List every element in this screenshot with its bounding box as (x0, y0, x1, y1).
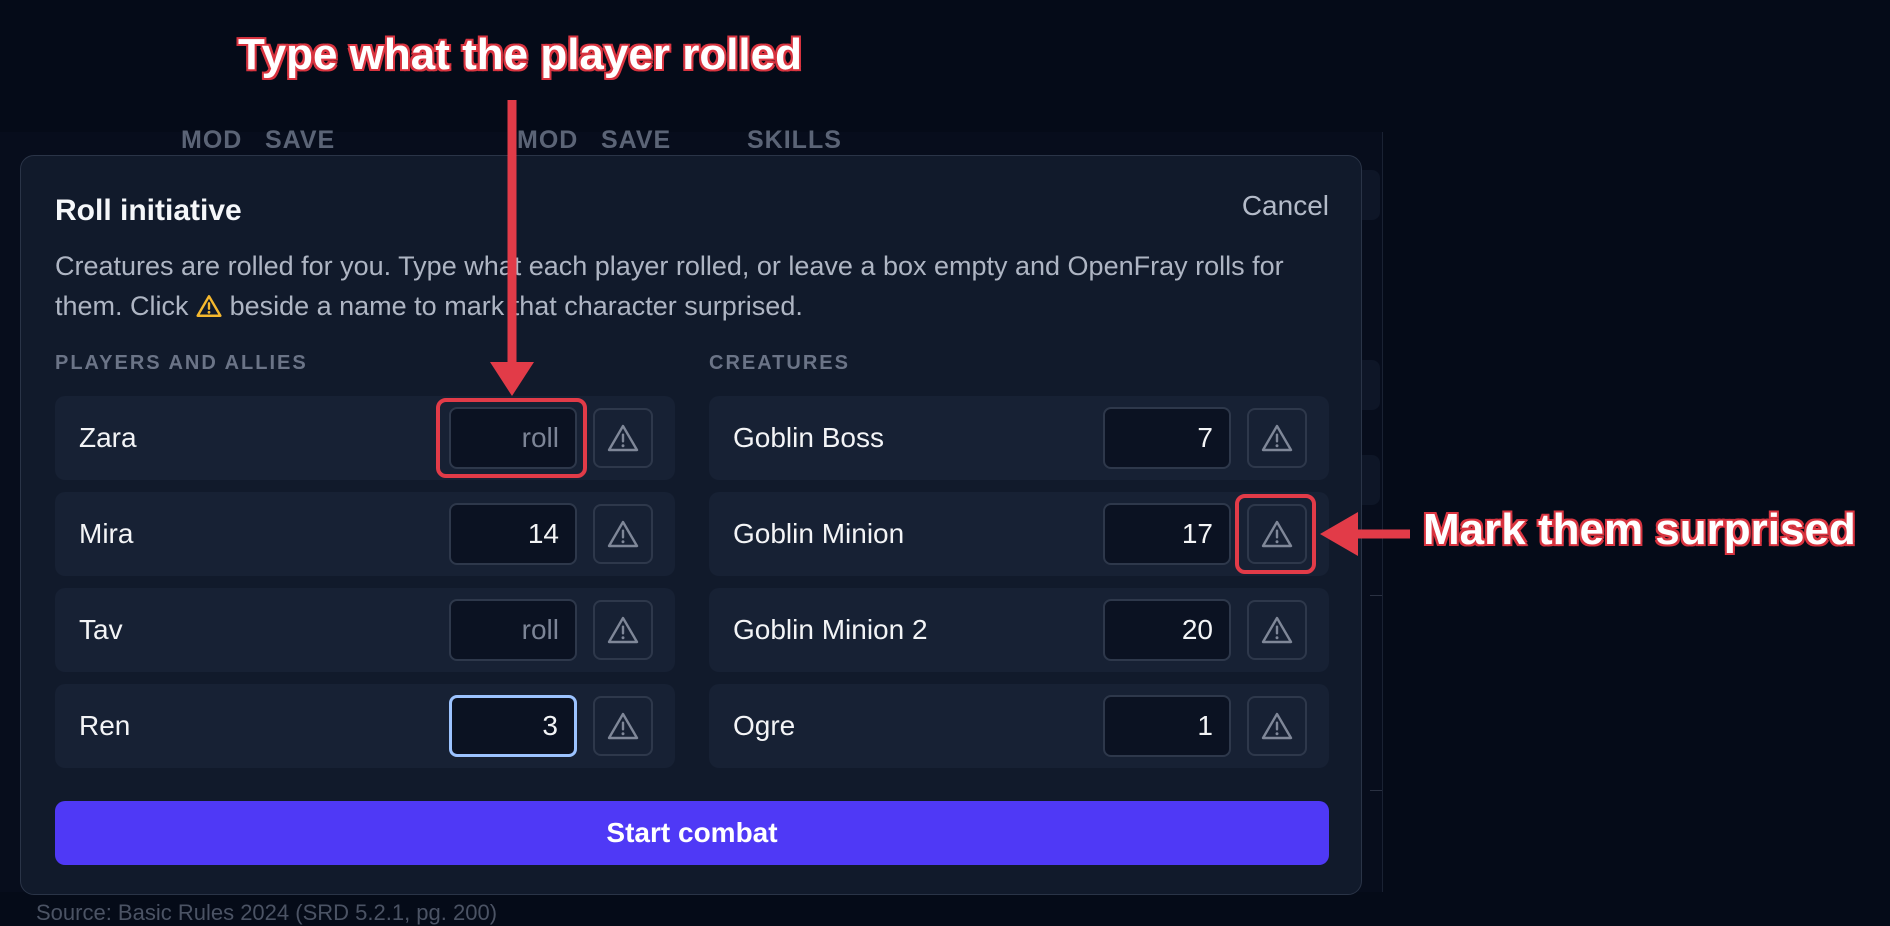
annotation-label-surprised: Mark them surprised (1422, 504, 1858, 556)
bg-header-save-2: SAVE (601, 126, 672, 154)
description-text-2: beside a name to mark that character sur… (229, 291, 803, 321)
creature-name: Ogre (733, 710, 796, 741)
bg-header-mod: MOD (181, 126, 243, 154)
initiative-input[interactable] (1103, 599, 1231, 661)
bg-divider (1370, 595, 1382, 596)
annotation-highlight-box (436, 398, 587, 478)
warning-triangle-icon (1261, 616, 1293, 644)
creatures-heading: CREATURES (709, 352, 850, 374)
surprise-toggle-button[interactable] (1247, 600, 1307, 660)
player-row: Mira (55, 492, 675, 576)
warning-triangle-icon (607, 520, 639, 548)
warning-triangle-icon (607, 712, 639, 740)
dialog-description: Creatures are rolled for you. Type what … (55, 246, 1345, 326)
creature-name: Goblin Boss (733, 422, 884, 453)
creature-row: Ogre (709, 684, 1329, 768)
bg-source-footer: Source: Basic Rules 2024 (SRD 5.2.1, pg.… (36, 900, 498, 925)
bg-divider (1370, 790, 1382, 791)
warning-triangle-icon (607, 424, 639, 452)
roll-initiative-dialog: Roll initiative Cancel Creatures are rol… (20, 155, 1362, 895)
annotation-highlight-box (1235, 494, 1316, 574)
dialog-title: Roll initiative (55, 194, 242, 227)
players-heading: PLAYERS AND ALLIES (55, 352, 308, 374)
surprise-toggle-button[interactable] (593, 408, 653, 468)
player-name: Zara (79, 422, 137, 453)
creature-row: Goblin Boss (709, 396, 1329, 480)
cancel-button[interactable]: Cancel (1242, 190, 1329, 222)
player-name: Ren (79, 710, 131, 741)
warning-triangle-icon (607, 616, 639, 644)
player-name: Mira (79, 518, 134, 549)
initiative-input[interactable] (1103, 407, 1231, 469)
surprise-toggle-button[interactable] (593, 600, 653, 660)
player-row: Ren (55, 684, 675, 768)
start-combat-button[interactable]: Start combat (55, 801, 1329, 865)
bg-header-save: SAVE (265, 126, 336, 154)
warning-triangle-icon (1261, 424, 1293, 452)
creature-name: Goblin Minion (733, 518, 905, 549)
creature-row: Goblin Minion 2 (709, 588, 1329, 672)
bg-header-skills: SKILLS (747, 126, 842, 154)
surprise-toggle-button[interactable] (1247, 408, 1307, 468)
initiative-input[interactable] (449, 599, 577, 661)
surprise-toggle-button[interactable] (593, 696, 653, 756)
initiative-input[interactable] (449, 503, 577, 565)
creature-name: Goblin Minion 2 (733, 614, 928, 645)
annotation-label-roll: Type what the player rolled (237, 29, 804, 81)
surprise-toggle-button[interactable] (593, 504, 653, 564)
player-row: Tav (55, 588, 675, 672)
warning-triangle-icon (1261, 712, 1293, 740)
initiative-input[interactable] (1103, 695, 1231, 757)
initiative-input[interactable] (1103, 503, 1231, 565)
player-name: Tav (79, 614, 123, 645)
bg-header-mod-2: MOD (517, 126, 579, 154)
warning-triangle-icon (196, 295, 222, 317)
surprise-toggle-button[interactable] (1247, 696, 1307, 756)
initiative-input[interactable] (449, 695, 577, 757)
